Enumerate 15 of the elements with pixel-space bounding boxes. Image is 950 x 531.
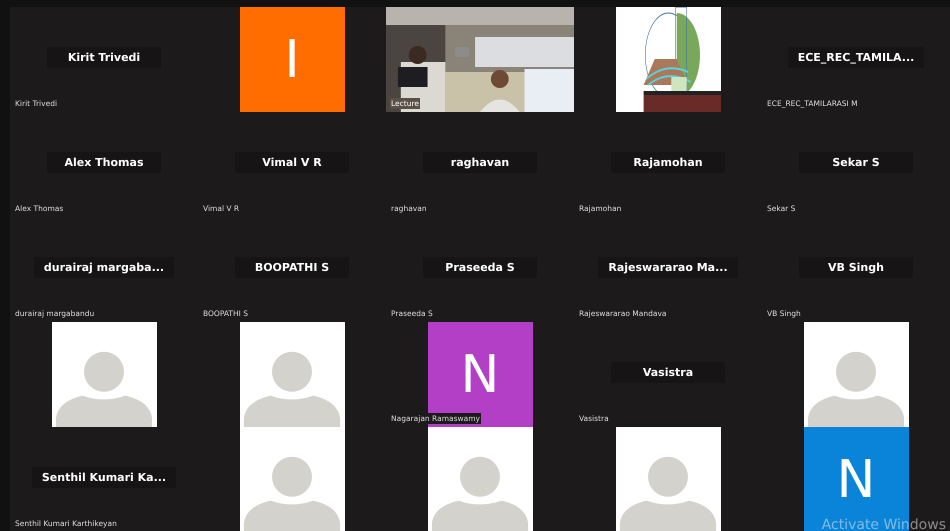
participant-name: Kirit Trivedi — [47, 47, 161, 68]
avatar-initial: I — [240, 7, 344, 112]
participant-name: Rajamohan — [611, 152, 725, 173]
participant-name: Vimal V R — [235, 152, 349, 173]
participant-name: raghavan — [423, 152, 537, 173]
participant-name: Vasistra — [611, 362, 725, 383]
participant-name: ECE_REC_TAMILA... — [788, 47, 924, 68]
participant-name: Praseeda S — [423, 257, 537, 278]
participant-name: Sekar S — [799, 152, 913, 173]
participant-name: Alex Thomas — [47, 152, 161, 173]
participant-name: Senthil Kumari Ka... — [32, 467, 176, 488]
participant-name: Rajeswararao Ma... — [598, 257, 738, 278]
participant-name: durairaj margaba... — [34, 257, 174, 278]
participant-name: BOOPATHI S — [235, 257, 349, 278]
participant-name: VB Singh — [799, 257, 913, 278]
